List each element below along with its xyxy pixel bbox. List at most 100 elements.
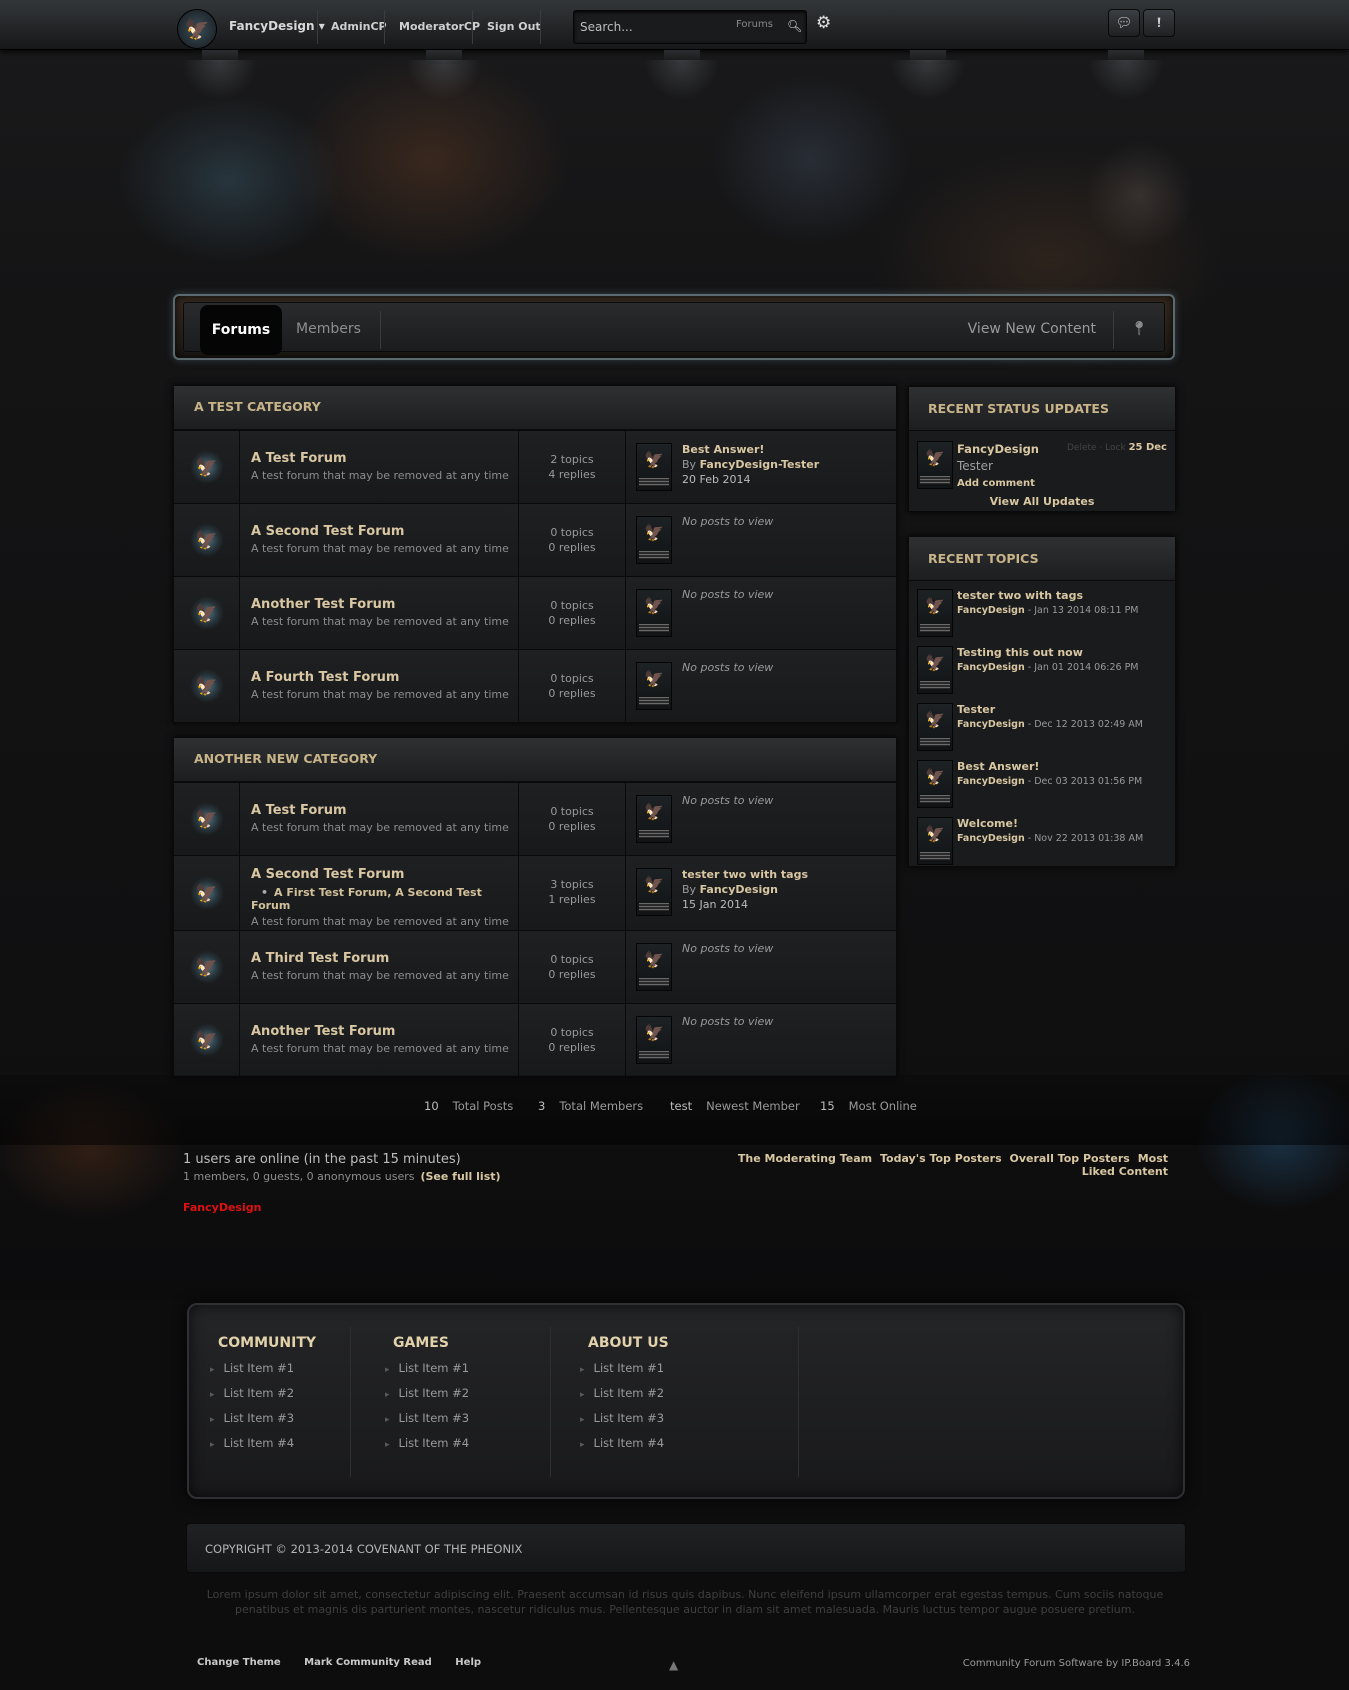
forum-link[interactable]: A Test Forum — [251, 451, 521, 466]
recent-topics-panel: RECENT TOPICS 🦅 tester two with tags Fan… — [908, 536, 1176, 867]
forum-description: A test forum that may be removed at any … — [251, 615, 509, 628]
user-avatar[interactable]: 🦅 — [177, 9, 217, 49]
stat-total-members: 3 Total Members — [538, 1099, 644, 1113]
forum-stats: 0 topics 0 replies — [518, 931, 626, 1003]
stat-most-online: 15 Most Online — [820, 1099, 917, 1113]
divider — [317, 10, 318, 44]
forum-link[interactable]: A Second Test Forum — [251, 524, 521, 539]
footer-list-item[interactable]: List Item #4 — [210, 1436, 316, 1461]
status-author[interactable]: FancyDesign — [957, 442, 1039, 456]
footer-list-item[interactable]: List Item #1 — [385, 1361, 470, 1386]
change-theme-link[interactable]: Change Theme — [197, 1657, 281, 1668]
tab-forums[interactable]: Forums — [200, 305, 282, 355]
footer-list-item[interactable]: List Item #4 — [580, 1436, 669, 1461]
tab-members[interactable]: Members — [296, 321, 361, 337]
forum-link[interactable]: Another Test Forum — [251, 1024, 521, 1039]
last-poster-avatar[interactable]: 🦅 — [636, 868, 672, 916]
forum-row: 🦅 A Third Test Forum A test forum that m… — [174, 930, 896, 1003]
last-post-link[interactable]: tester two with tags — [682, 867, 808, 882]
help-link[interactable]: Help — [455, 1657, 481, 1668]
footer-column-games: GAMES List Item #1 List Item #2 List Ite… — [385, 1335, 469, 1461]
status-item: 🦅 FancyDesign Delete · Lock 25 Dec Teste… — [909, 431, 1175, 511]
moderating-team-link[interactable]: The Moderating Team — [738, 1152, 872, 1165]
notifications-icon[interactable]: ❗︎ — [1143, 9, 1175, 37]
footer-list-item[interactable]: List Item #2 — [580, 1386, 669, 1411]
online-user-link[interactable]: FancyDesign — [183, 1201, 261, 1214]
topic-avatar[interactable]: 🦅 — [917, 646, 953, 694]
status-avatar[interactable]: 🦅 — [917, 441, 953, 489]
forum-description: A test forum that may be removed at any … — [251, 542, 509, 555]
back-to-top-icon[interactable]: ▲ — [669, 1658, 678, 1672]
no-posts-text: No posts to view — [682, 794, 774, 807]
forum-link[interactable]: A Second Test Forum — [251, 867, 521, 882]
overall-top-posters-link[interactable]: Overall Top Posters — [1009, 1152, 1129, 1165]
forum-stats: 3 topics 1 replies — [518, 856, 626, 930]
divider — [384, 10, 385, 44]
footer-description: Lorem ipsum dolor sit amet, consectetur … — [206, 1588, 1164, 1616]
todays-top-posters-link[interactable]: Today's Top Posters — [880, 1152, 1002, 1165]
footer-list-item[interactable]: List Item #2 — [210, 1386, 316, 1411]
search-input[interactable] — [580, 18, 730, 36]
footer-list-item[interactable]: List Item #2 — [385, 1386, 470, 1411]
footer-list-item[interactable]: List Item #4 — [385, 1436, 470, 1461]
footer-list-item[interactable]: List Item #1 — [210, 1361, 316, 1386]
gear-icon[interactable]: ⚙ — [816, 13, 831, 33]
topic-link[interactable]: tester two with tags — [957, 589, 1083, 602]
footer-list-item[interactable]: List Item #3 — [385, 1411, 470, 1436]
last-post-author: By FancyDesign — [682, 883, 778, 896]
admincp-link[interactable]: AdminCP — [331, 20, 387, 33]
leaderboard-links: The Moderating Team Today's Top Posters … — [700, 1152, 1168, 1178]
forum-stats: 0 topics 0 replies — [518, 1004, 626, 1076]
topic-avatar[interactable]: 🦅 — [917, 703, 953, 751]
user-menu[interactable]: FancyDesign ▾ — [229, 19, 325, 33]
footer-list-item[interactable]: List Item #3 — [210, 1411, 316, 1436]
messages-icon[interactable]: 💬︎ — [1108, 9, 1140, 37]
forum-description: A test forum that may be removed at any … — [251, 969, 509, 982]
stat-newest-member[interactable]: test Newest Member — [670, 1099, 800, 1113]
status-actions[interactable]: Delete · Lock — [1067, 443, 1126, 453]
footer-list-item[interactable]: List Item #3 — [580, 1411, 669, 1436]
forum-link[interactable]: A Third Test Forum — [251, 951, 521, 966]
topic-avatar[interactable]: 🦅 — [917, 817, 953, 865]
divider — [540, 10, 541, 44]
forum-description: A test forum that may be removed at any … — [251, 688, 509, 701]
divider — [350, 1327, 351, 1477]
footer-list-item[interactable]: List Item #1 — [580, 1361, 669, 1386]
bottom-links: Change Theme Mark Community Read Help — [197, 1657, 501, 1668]
subforum-links[interactable]: • A First Test Forum, A Second Test Forum — [251, 886, 521, 912]
add-comment-link[interactable]: Add comment — [957, 478, 1035, 489]
view-new-content-link[interactable]: View New Content — [968, 321, 1096, 337]
forum-eagle-icon: 🦅 — [189, 523, 224, 557]
forum-link[interactable]: Another Test Forum — [251, 597, 521, 612]
topic-link[interactable]: Testing this out now — [957, 646, 1083, 659]
category-block: A TEST CATEGORY 🦅 A Test Forum A test fo… — [173, 385, 897, 723]
mark-community-read-link[interactable]: Mark Community Read — [304, 1657, 432, 1668]
footer-column-title: ABOUT US — [588, 1335, 669, 1351]
footer-column-about: ABOUT US List Item #1 List Item #2 List … — [580, 1335, 669, 1461]
no-posts-text: No posts to view — [682, 515, 774, 528]
top-bar: 🦅 FancyDesign ▾ AdminCP ModeratorCP Sign… — [0, 0, 1349, 50]
forum-eagle-icon: 🦅 — [189, 950, 224, 984]
last-post-link[interactable]: Best Answer! — [682, 442, 819, 457]
divider — [1113, 311, 1114, 349]
see-full-list-link[interactable]: (See full list) — [420, 1170, 500, 1183]
forum-eagle-icon: 🦅 — [189, 450, 224, 484]
no-posts-text: No posts to view — [682, 661, 774, 674]
forum-link[interactable]: A Test Forum — [251, 803, 521, 818]
topic-link[interactable]: Welcome! — [957, 817, 1018, 830]
forum-link[interactable]: A Fourth Test Forum — [251, 670, 521, 685]
topic-avatar[interactable]: 🦅 — [917, 760, 953, 808]
last-poster-avatar[interactable]: 🦅 — [636, 443, 672, 491]
search-scope[interactable]: Forums — [736, 19, 773, 30]
moderatorcp-link[interactable]: ModeratorCP — [399, 20, 480, 33]
view-all-updates-link[interactable]: View All Updates — [909, 495, 1175, 508]
list-item: 🦅 tester two with tags FancyDesign - Jan… — [909, 581, 1175, 638]
location-pin-icon[interactable]: 📍︎ — [1130, 321, 1148, 337]
topic-avatar[interactable]: 🦅 — [917, 589, 953, 637]
search-icon[interactable]: 🔍︎ — [787, 19, 802, 33]
signout-link[interactable]: Sign Out — [487, 20, 541, 33]
lamp — [890, 50, 966, 100]
topic-link[interactable]: Tester — [957, 703, 995, 716]
topic-link[interactable]: Best Answer! — [957, 760, 1039, 773]
divider — [798, 1327, 799, 1477]
